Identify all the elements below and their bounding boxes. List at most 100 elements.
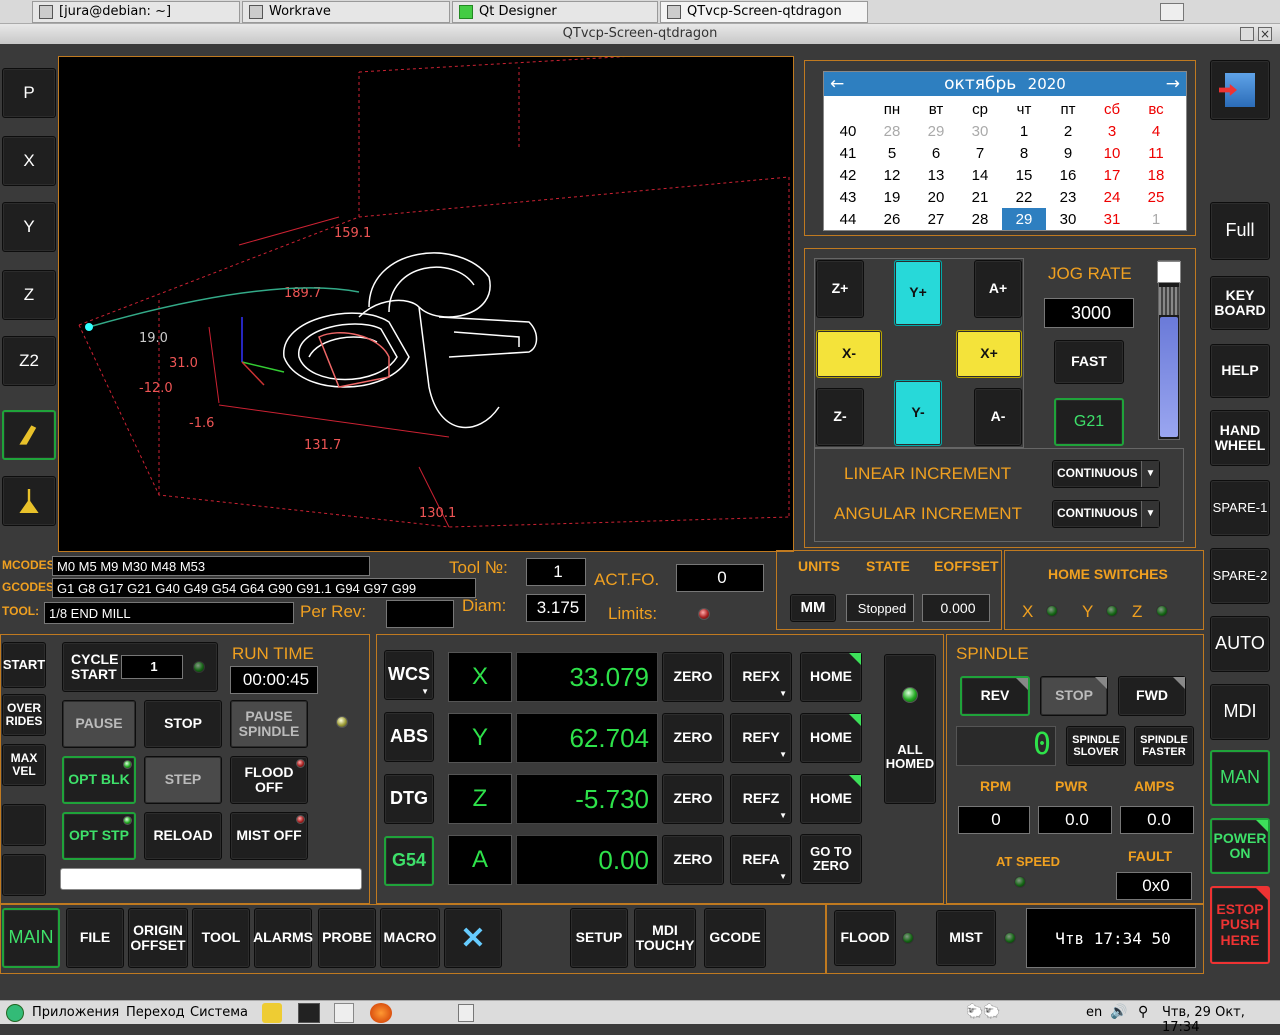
window-tab-workrave[interactable]: Workrave (242, 1, 450, 23)
calendar-day[interactable]: 31 (1090, 208, 1134, 230)
max-vel-button[interactable]: MAX VEL (2, 744, 46, 786)
cycle-count-field[interactable]: 1 (121, 655, 183, 679)
view-x-button[interactable]: X (2, 136, 56, 186)
help-button[interactable]: HELP (1210, 344, 1270, 398)
tab-main[interactable]: MAIN (2, 908, 60, 968)
next-month-icon[interactable]: → (1166, 72, 1180, 96)
calendar-day[interactable]: 25 (1134, 186, 1178, 208)
calendar-day[interactable]: 1 (1002, 120, 1046, 142)
units-g21-button[interactable]: G21 (1054, 398, 1124, 446)
fullscreen-button[interactable]: Full (1210, 202, 1270, 260)
calendar-day[interactable]: 11 (1134, 142, 1178, 164)
jog-y-plus-button[interactable]: Y+ (894, 260, 942, 326)
menu-places[interactable]: Переход (126, 1005, 185, 1020)
jog-fast-button[interactable]: FAST (1054, 340, 1124, 384)
calendar-day[interactable]: 10 (1090, 142, 1134, 164)
calendar-day[interactable]: 8 (1002, 142, 1046, 164)
spare-2-button[interactable]: SPARE-2 (1210, 548, 1270, 604)
power-on-button[interactable]: POWER ON (1210, 818, 1270, 874)
launcher-icon[interactable] (262, 1003, 282, 1023)
slider-handle[interactable] (1157, 261, 1181, 283)
manual-mode-button[interactable]: MAN (1210, 750, 1270, 806)
dtg-button[interactable]: DTG (384, 774, 434, 824)
dro-axis-y-label[interactable]: Y (448, 713, 512, 763)
calendar-day[interactable]: 9 (1046, 142, 1090, 164)
app-menu-icon[interactable] (6, 1004, 24, 1022)
home-x-button[interactable]: HOME (800, 652, 862, 702)
firefox-icon[interactable] (370, 1003, 392, 1023)
calendar-day[interactable]: 5 (870, 142, 914, 164)
jog-a-minus-button[interactable]: A- (974, 388, 1022, 446)
calendar-day[interactable]: 30 (958, 120, 1002, 142)
volume-icon[interactable]: 🔊 (1110, 1004, 1130, 1022)
home-z-button[interactable]: HOME (800, 774, 862, 824)
view-z2-button[interactable]: Z2 (2, 336, 56, 386)
ref-y-button[interactable]: REFY ▼ (730, 713, 792, 763)
dro-axis-z-label[interactable]: Z (448, 774, 512, 824)
mdi-mode-button[interactable]: MDI (1210, 684, 1270, 740)
spindle-forward-button[interactable]: FWD (1118, 676, 1186, 716)
tab-tool[interactable]: TOOL (192, 908, 250, 968)
tab-settings[interactable]: ✕ (444, 908, 502, 968)
home-y-button[interactable]: HOME (800, 713, 862, 763)
opt-stp-button[interactable]: OPT STP (62, 812, 136, 860)
view-p-button[interactable]: P (2, 68, 56, 118)
cycle-start-button[interactable]: CYCLE START 1 (62, 642, 218, 692)
calendar-year[interactable]: 2020 (1028, 75, 1066, 93)
dro-axis-a-label[interactable]: A (448, 835, 512, 885)
jog-x-minus-button[interactable]: X- (816, 330, 882, 378)
step-button[interactable]: STEP (144, 756, 222, 804)
minimize-icon[interactable] (1240, 27, 1254, 41)
window-tab-qt-designer[interactable]: Qt Designer (452, 1, 658, 23)
network-icon[interactable]: ⚲ (1138, 1004, 1156, 1022)
ref-x-button[interactable]: REFX ▼ (730, 652, 792, 702)
clear-button[interactable] (2, 476, 56, 526)
prev-month-icon[interactable]: ← (830, 72, 844, 96)
calendar-day[interactable]: 6 (914, 142, 958, 164)
jog-a-plus-button[interactable]: A+ (974, 260, 1022, 318)
ref-a-button[interactable]: REFA ▼ (730, 835, 792, 885)
editor-launcher-icon[interactable] (334, 1003, 354, 1023)
tab-gcode[interactable]: GCODE (704, 908, 766, 968)
handwheel-button[interactable]: HAND WHEEL (1210, 410, 1270, 466)
jog-x-plus-button[interactable]: X+ (956, 330, 1022, 378)
menu-applications[interactable]: Приложения (32, 1005, 119, 1020)
window-tab-qtdragon[interactable]: QTvcp-Screen-qtdragon (660, 1, 868, 23)
jog-y-minus-button[interactable]: Y- (894, 380, 942, 446)
calendar-day[interactable]: 26 (870, 208, 914, 230)
trash-icon[interactable] (458, 1004, 474, 1022)
tab-macro[interactable]: MACRO (380, 908, 440, 968)
window-tab-terminal[interactable]: [jura@debian: ~] (32, 1, 240, 23)
terminal-launcher-icon[interactable] (298, 1003, 320, 1023)
jog-z-minus-button[interactable]: Z- (816, 388, 864, 446)
calendar-day[interactable]: 1 (1134, 208, 1178, 230)
angular-increment-select[interactable]: CONTINUOUS ▼ (1052, 500, 1160, 528)
tab-alarms[interactable]: ALARMS (253, 908, 313, 968)
calendar-day[interactable]: 28 (958, 208, 1002, 230)
linear-increment-select[interactable]: CONTINUOUS ▼ (1052, 460, 1160, 488)
calendar-day[interactable]: 30 (1046, 208, 1090, 230)
jog-rate-field[interactable]: 3000 (1044, 298, 1134, 328)
tab-setup[interactable]: SETUP (570, 908, 628, 968)
zero-y-button[interactable]: ZERO (662, 713, 724, 763)
keyboard-layout[interactable]: en (1086, 1005, 1102, 1020)
view-y-button[interactable]: Y (2, 202, 56, 252)
calendar-day[interactable]: 13 (914, 164, 958, 186)
calendar-day[interactable]: 16 (1046, 164, 1090, 186)
flood-off-button[interactable]: FLOOD OFF (230, 756, 308, 804)
calendar-day[interactable]: 29 (1002, 208, 1046, 230)
menu-system[interactable]: Система (190, 1005, 248, 1020)
overrides-button[interactable]: OVER RIDES (2, 694, 46, 736)
show-desktop-icon[interactable] (1160, 3, 1184, 21)
calendar-day[interactable]: 29 (914, 120, 958, 142)
jog-z-plus-button[interactable]: Z+ (816, 260, 864, 318)
pause-spindle-button[interactable]: PAUSE SPINDLE (230, 700, 308, 748)
close-icon[interactable]: × (1258, 27, 1272, 41)
blank-side-button-1[interactable] (2, 804, 46, 846)
spare-1-button[interactable]: SPARE-1 (1210, 480, 1270, 536)
abs-button[interactable]: ABS (384, 712, 434, 762)
calendar-day[interactable]: 24 (1090, 186, 1134, 208)
reload-button[interactable]: RELOAD (144, 812, 222, 860)
calendar-day[interactable]: 14 (958, 164, 1002, 186)
jog-rate-slider[interactable] (1157, 260, 1181, 440)
